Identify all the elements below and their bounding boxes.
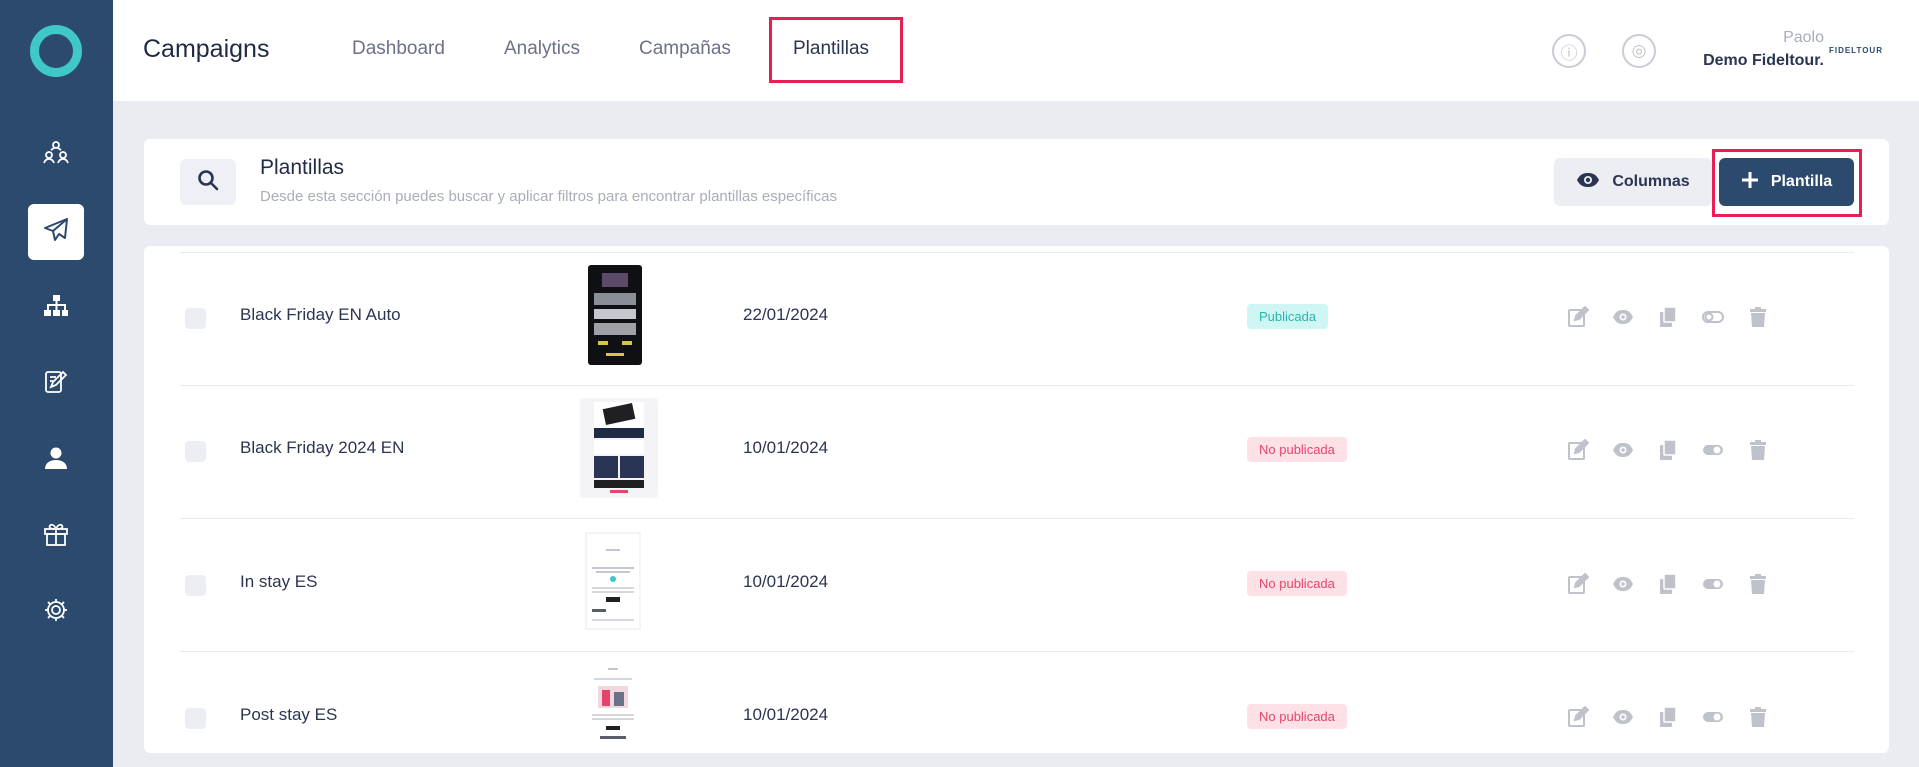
status-badge: No publicada xyxy=(1247,571,1347,596)
users-network-icon xyxy=(43,139,69,170)
page-title: Plantillas xyxy=(260,156,345,179)
table-row: Post stay ES 10/01/2024 No publicada xyxy=(180,652,1854,753)
template-name[interactable]: In stay ES xyxy=(240,572,317,592)
sitemap-icon xyxy=(43,293,69,324)
template-name[interactable]: Post stay ES xyxy=(240,705,337,725)
row-checkbox[interactable] xyxy=(185,441,206,462)
add-template-button[interactable]: Plantilla xyxy=(1719,158,1854,206)
delete-icon[interactable] xyxy=(1746,438,1770,462)
preview-eye-icon[interactable] xyxy=(1611,438,1635,462)
toggle-icon[interactable] xyxy=(1701,438,1725,462)
template-thumbnail[interactable] xyxy=(582,664,644,753)
plus-icon xyxy=(1741,171,1759,194)
template-name[interactable]: Black Friday 2024 EN xyxy=(240,438,404,458)
page-subtitle: Desde esta sección puedes buscar y aplic… xyxy=(260,188,837,205)
brand-logo: FIDELTOUR xyxy=(1828,46,1883,55)
toggle-icon[interactable] xyxy=(1701,572,1725,596)
templates-list: Black Friday EN Auto 22/01/2024 Publicad… xyxy=(144,246,1889,753)
row-checkbox[interactable] xyxy=(185,708,206,729)
status-badge: No publicada xyxy=(1247,704,1347,729)
template-thumbnail[interactable] xyxy=(582,531,644,631)
columns-label: Columnas xyxy=(1612,173,1690,190)
user-icon xyxy=(43,445,69,476)
duplicate-icon[interactable] xyxy=(1656,438,1680,462)
add-template-label: Plantilla xyxy=(1770,173,1833,190)
table-row: Black Friday 2024 EN 10/01/2024 No publi… xyxy=(180,386,1854,519)
template-date: 10/01/2024 xyxy=(743,438,829,457)
preview-eye-icon[interactable] xyxy=(1611,305,1635,329)
template-date: 10/01/2024 xyxy=(743,705,829,724)
sidebar xyxy=(0,0,113,767)
row-checkbox[interactable] xyxy=(185,575,206,596)
preview-eye-icon[interactable] xyxy=(1611,572,1635,596)
send-icon xyxy=(43,217,69,248)
status-badge: No publicada xyxy=(1247,437,1347,462)
delete-icon[interactable] xyxy=(1746,305,1770,329)
columns-button[interactable]: Columnas xyxy=(1554,158,1712,206)
row-actions xyxy=(1566,705,1770,729)
template-thumbnail[interactable] xyxy=(588,265,642,365)
preview-eye-icon[interactable] xyxy=(1611,705,1635,729)
sidebar-item-users[interactable] xyxy=(28,432,84,488)
table-row: In stay ES 10/01/2024 No publicada xyxy=(180,519,1854,652)
delete-icon[interactable] xyxy=(1746,705,1770,729)
template-date: 10/01/2024 xyxy=(743,572,829,591)
top-bar: Campaigns Dashboard Analytics Campañas P… xyxy=(113,0,1919,101)
app-logo[interactable] xyxy=(30,25,82,77)
delete-icon[interactable] xyxy=(1746,572,1770,596)
sidebar-item-contacts[interactable] xyxy=(28,126,84,182)
toggle-icon[interactable] xyxy=(1701,705,1725,729)
row-actions xyxy=(1566,572,1770,596)
gift-icon xyxy=(43,521,69,552)
table-row: Black Friday EN Auto 22/01/2024 Publicad… xyxy=(180,253,1854,386)
template-thumbnail[interactable] xyxy=(580,398,658,498)
edit-icon[interactable] xyxy=(1566,572,1590,596)
gear-icon xyxy=(43,597,69,628)
toggle-icon[interactable] xyxy=(1701,305,1725,329)
sidebar-item-forms[interactable] xyxy=(28,356,84,412)
help-icon[interactable]: ◎ xyxy=(1622,34,1656,68)
tab-analytics[interactable]: Analytics xyxy=(504,38,580,60)
tab-campaigns[interactable]: Campañas xyxy=(639,38,731,60)
row-checkbox[interactable] xyxy=(185,308,206,329)
duplicate-icon[interactable] xyxy=(1656,305,1680,329)
row-actions xyxy=(1566,305,1770,329)
template-date: 22/01/2024 xyxy=(743,305,829,324)
tab-dashboard[interactable]: Dashboard xyxy=(352,38,445,60)
sidebar-item-campaigns[interactable] xyxy=(28,204,84,260)
user-organization[interactable]: Demo Fideltour. xyxy=(1703,52,1824,70)
template-name[interactable]: Black Friday EN Auto xyxy=(240,305,401,325)
app-title: Campaigns xyxy=(143,35,270,63)
edit-icon[interactable] xyxy=(1566,705,1590,729)
duplicate-icon[interactable] xyxy=(1656,705,1680,729)
sidebar-item-automations[interactable] xyxy=(28,280,84,336)
eye-icon xyxy=(1576,172,1600,193)
row-actions xyxy=(1566,438,1770,462)
sidebar-item-settings[interactable] xyxy=(28,584,84,640)
info-icon[interactable]: ⓘ xyxy=(1552,34,1586,68)
edit-icon[interactable] xyxy=(1566,438,1590,462)
duplicate-icon[interactable] xyxy=(1656,572,1680,596)
sidebar-item-rewards[interactable] xyxy=(28,508,84,564)
tab-templates[interactable]: Plantillas xyxy=(793,38,869,60)
edit-form-icon xyxy=(43,369,69,400)
user-name: Paolo xyxy=(1783,29,1824,46)
status-badge: Publicada xyxy=(1247,304,1329,329)
edit-icon[interactable] xyxy=(1566,305,1590,329)
search-button[interactable] xyxy=(180,159,236,205)
search-icon xyxy=(197,169,219,196)
templates-header: Plantillas Desde esta sección puedes bus… xyxy=(144,139,1889,225)
